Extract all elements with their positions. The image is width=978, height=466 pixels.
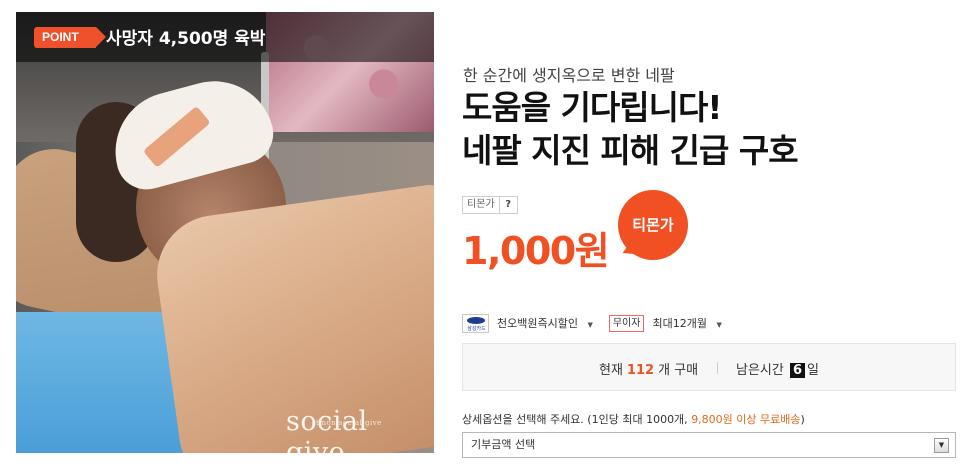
- interest-free-badge: 무이자: [608, 314, 645, 332]
- purchase-count-suffix: 개 구매: [658, 363, 699, 378]
- card-discount-label: 천오백원즉시할인: [497, 317, 578, 330]
- deal-title: 도움을 기다립니다! 네팔 지진 피해 긴급 구호: [462, 86, 799, 172]
- free-shipping-note: 9,800원 이상 무료배송: [691, 413, 801, 426]
- price-label: 티몬가: [462, 196, 500, 214]
- remaining-days-suffix: 일: [807, 363, 819, 378]
- remaining-time: 남은시간 6일: [736, 359, 819, 378]
- deal-subtitle: 한 순간에 생지옥으로 변한 네팔: [463, 66, 675, 85]
- deal-status-box: 현재 112 개 구매 남은시간 6일: [462, 343, 956, 391]
- samsung-card-oval: [467, 316, 485, 324]
- image-caption: 사망자 4,500명 육박: [106, 29, 266, 49]
- chevron-down-icon: ▼: [716, 321, 722, 329]
- tmon-price-bubble: 티몬가: [618, 190, 688, 260]
- card-logo-text: 삼성카드: [467, 325, 486, 332]
- installment-label: 최대12개월: [652, 317, 707, 330]
- status-divider: [717, 362, 718, 374]
- card-discount-dropdown[interactable]: 천오백원즉시할인 ▼: [497, 315, 593, 331]
- dropdown-arrow-icon[interactable]: ▼: [934, 438, 949, 453]
- donation-amount-select-value: 기부금액 선택: [471, 438, 536, 451]
- deal-title-line-2: 네팔 지진 피해 긴급 구호: [462, 131, 799, 170]
- remaining-days-value: 6: [789, 363, 806, 378]
- chevron-down-icon: ▼: [587, 321, 593, 329]
- point-badge: POINT: [34, 27, 106, 48]
- samsung-card-icon: 삼성카드: [462, 313, 489, 333]
- option-note: 상세옵션을 선택해 주세요. (1인당 최대 1000개, 9,800원 이상 …: [462, 411, 805, 427]
- social-give-logo: social give: [286, 406, 368, 453]
- installment-dropdown[interactable]: 최대12개월 ▼: [652, 315, 721, 331]
- donation-amount-select[interactable]: 기부금액 선택 ▼: [462, 432, 956, 458]
- deal-price: 1,000원: [462, 229, 610, 273]
- payment-options-row: 삼성카드 천오백원즉시할인 ▼ 무이자 최대12개월 ▼: [462, 313, 722, 333]
- option-note-prefix: 상세옵션을 선택해 주세요. (1인당 최대 1000개,: [462, 413, 692, 426]
- deal-title-line-1: 도움을 기다립니다!: [462, 88, 722, 127]
- price-label-group: 티몬가 ?: [462, 196, 518, 214]
- product-image[interactable]: POINT 사망자 4,500명 육박 tmon social give soc…: [16, 12, 434, 453]
- purchase-count: 현재 112 개 구매: [599, 359, 698, 378]
- current-label: 현재: [599, 363, 623, 378]
- remaining-label: 남은시간: [736, 363, 784, 378]
- option-note-suffix: ): [800, 413, 805, 426]
- purchase-count-value: 112: [626, 363, 655, 378]
- price-help-button[interactable]: ?: [499, 196, 518, 214]
